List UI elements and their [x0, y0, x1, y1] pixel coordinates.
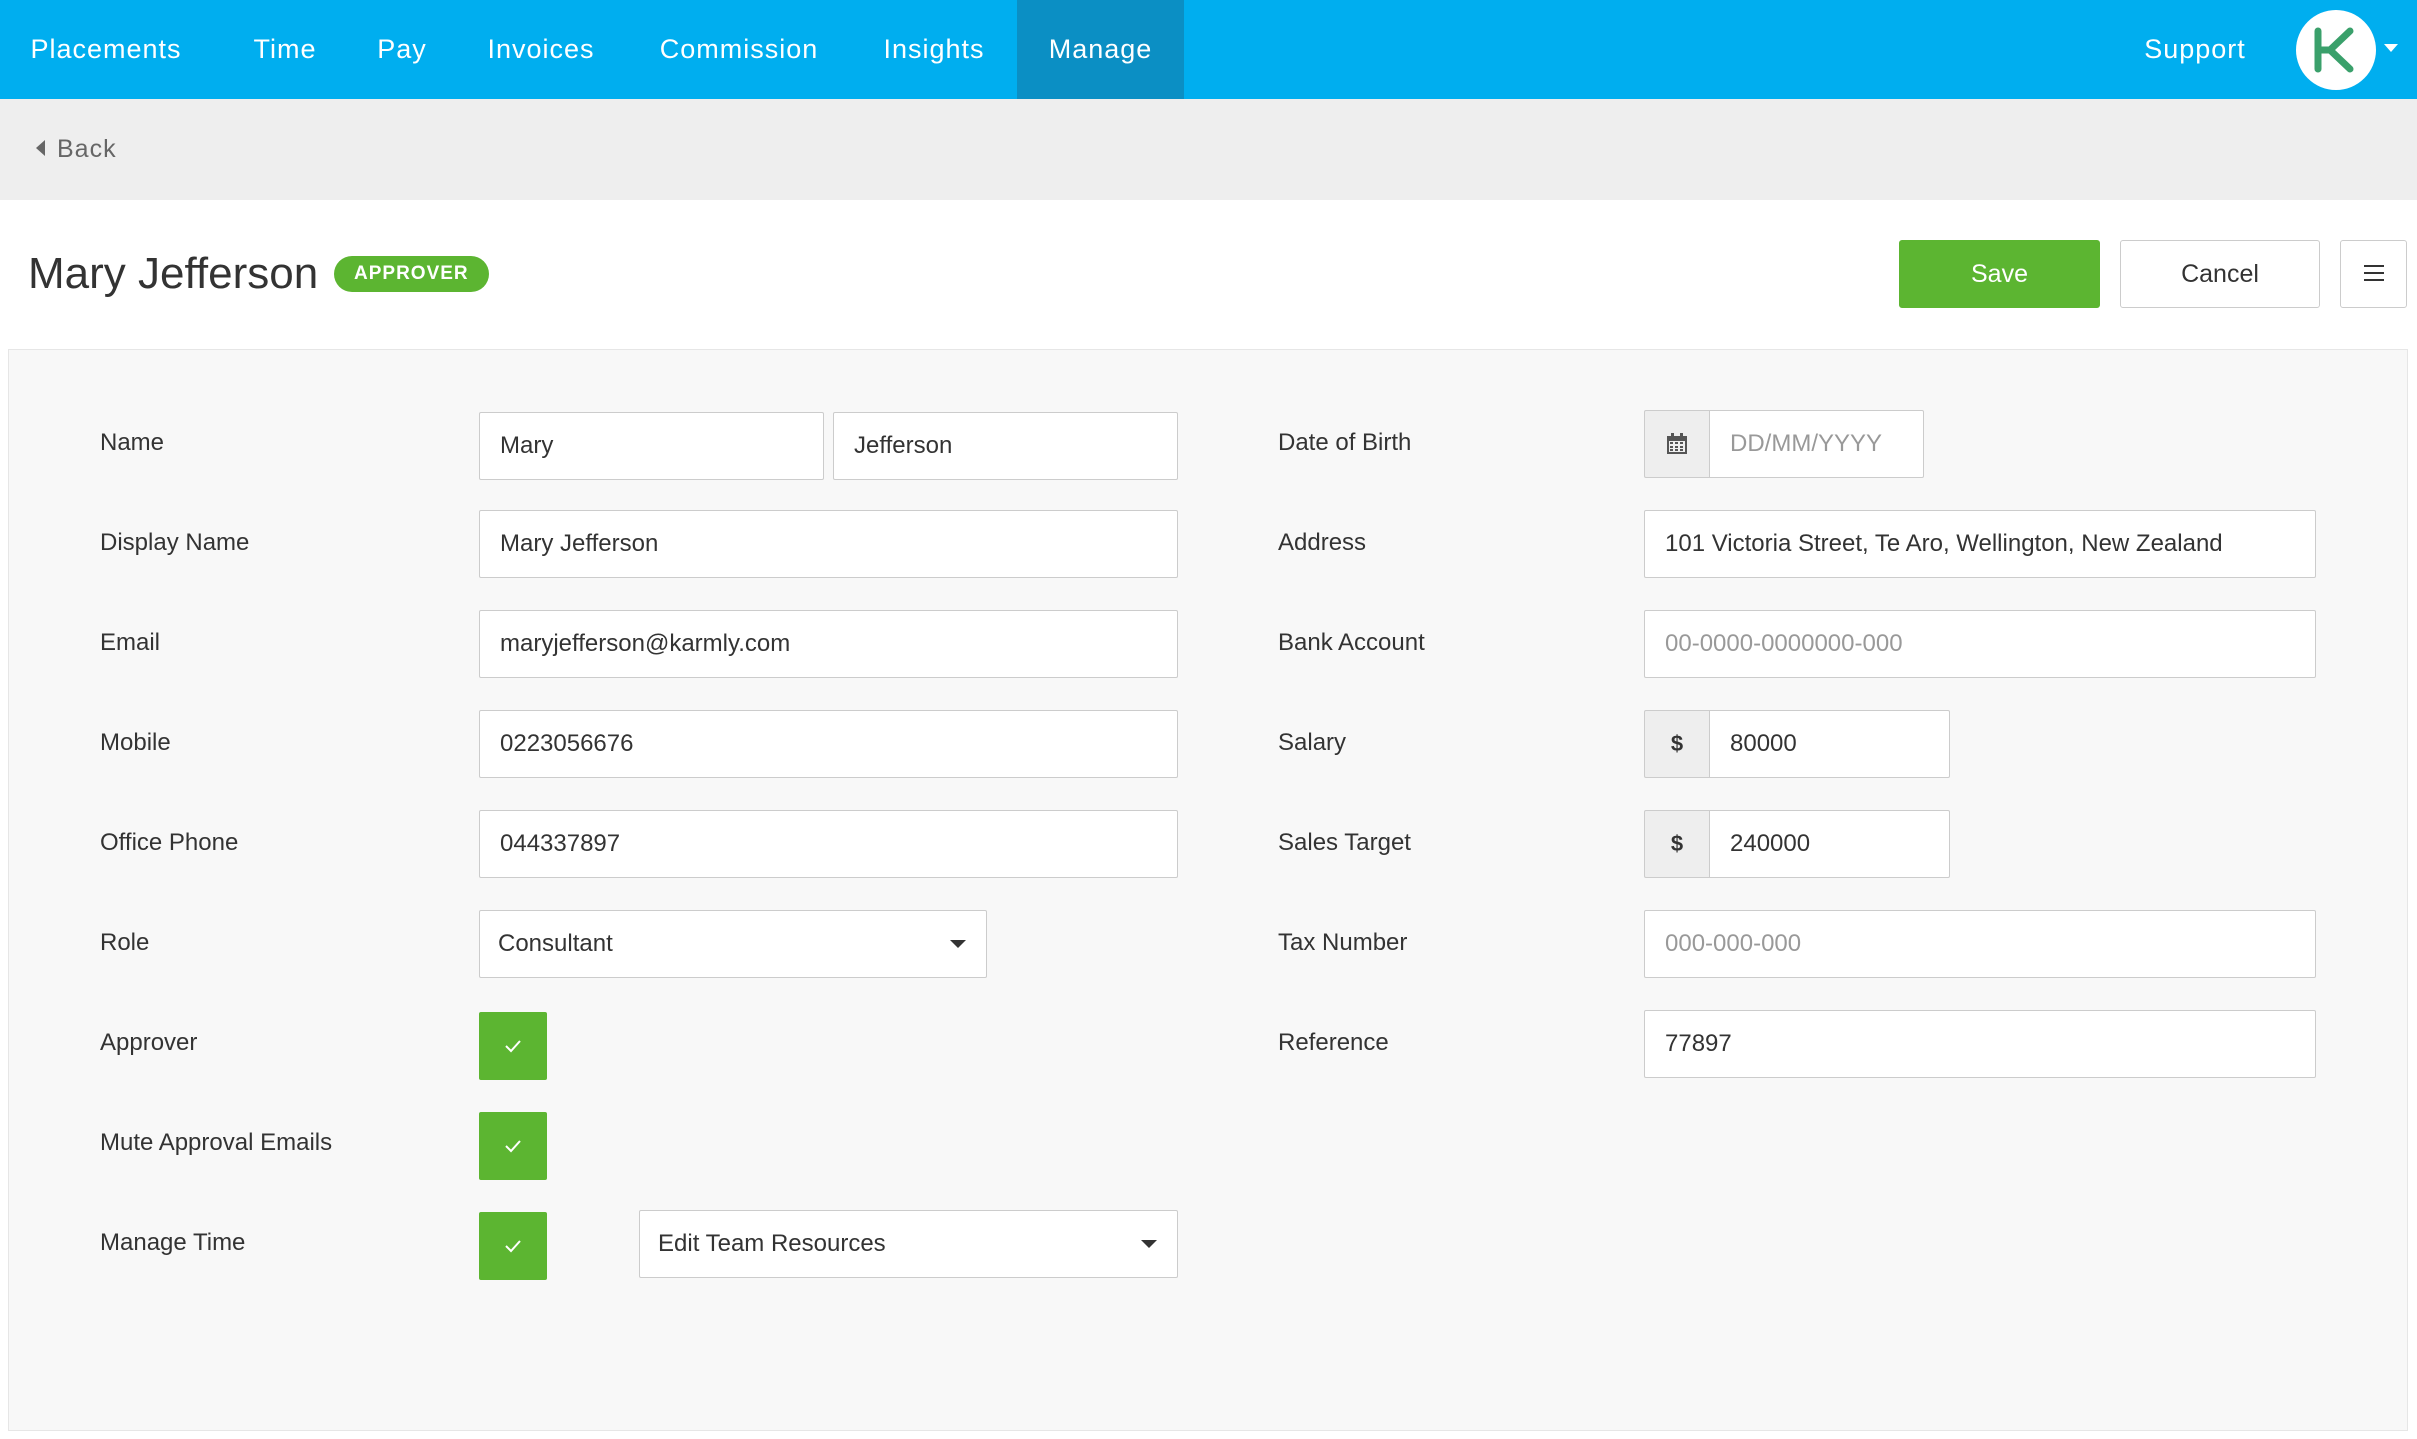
chevron-down-icon [950, 940, 966, 948]
salary-currency-addon: $ [1644, 710, 1709, 778]
back-label: Back [57, 135, 117, 163]
manage-time-checkbox[interactable] [479, 1212, 547, 1280]
nav-item-commission[interactable]: Commission [642, 0, 836, 99]
back-bar: Back [0, 99, 2417, 200]
last-name-field[interactable] [833, 412, 1178, 480]
date-of-birth-label: Date of Birth [1278, 429, 1412, 456]
page-title: Mary Jefferson [28, 249, 319, 298]
save-button[interactable]: Save [1899, 240, 2100, 308]
checkmark-icon [505, 1040, 521, 1053]
office-phone-label: Office Phone [100, 829, 239, 856]
email-label: Email [100, 629, 161, 656]
more-menu-button[interactable] [2340, 240, 2407, 308]
approver-label: Approver [100, 1029, 198, 1056]
status-badge: APPROVER [334, 256, 489, 292]
mute-approval-emails-checkbox[interactable] [479, 1112, 547, 1180]
date-of-birth-field[interactable] [1709, 410, 1924, 478]
cancel-button[interactable]: Cancel [2120, 240, 2320, 308]
checkmark-icon [505, 1240, 521, 1253]
reference-field[interactable] [1644, 1010, 2316, 1078]
nav-item-manage[interactable]: Manage [1017, 0, 1184, 99]
mobile-field[interactable] [479, 710, 1178, 778]
sales-target-label: Sales Target [1278, 829, 1411, 856]
tax-number-field[interactable] [1644, 910, 2316, 978]
nav-item-time[interactable]: Time [234, 0, 336, 99]
karmly-logo-icon [2314, 27, 2354, 73]
display-name-label: Display Name [100, 529, 250, 556]
reference-label: Reference [1278, 1029, 1389, 1056]
manage-time-select-value: Edit Team Resources [658, 1230, 886, 1257]
manage-time-label: Manage Time [100, 1229, 246, 1256]
account-dropdown-caret-icon[interactable] [2384, 44, 2398, 52]
back-link[interactable]: Back [36, 134, 117, 164]
mute-approval-emails-label: Mute Approval Emails [100, 1129, 333, 1156]
role-select[interactable]: Consultant [479, 910, 987, 978]
address-field[interactable] [1644, 510, 2316, 578]
sales-target-field[interactable] [1709, 810, 1950, 878]
email-field[interactable] [479, 610, 1178, 678]
mobile-label: Mobile [100, 729, 171, 756]
nav-item-placements[interactable]: Placements [18, 0, 194, 99]
bank-account-label: Bank Account [1278, 629, 1425, 656]
checkmark-icon [505, 1140, 521, 1153]
first-name-field[interactable] [479, 412, 824, 480]
office-phone-field[interactable] [479, 810, 1178, 878]
nav-item-support[interactable]: Support [2124, 0, 2266, 99]
hamburger-icon [2364, 265, 2384, 286]
name-label: Name [100, 429, 165, 456]
role-select-value: Consultant [498, 930, 613, 957]
salary-label: Salary [1278, 729, 1347, 756]
nav-item-insights[interactable]: Insights [866, 0, 1002, 99]
chevron-down-icon [1141, 1240, 1157, 1248]
address-label: Address [1278, 529, 1367, 556]
tax-number-label: Tax Number [1278, 929, 1408, 956]
caret-left-icon [36, 140, 45, 156]
calendar-icon [1667, 433, 1687, 454]
user-avatar[interactable] [2296, 10, 2376, 90]
bank-account-field[interactable] [1644, 610, 2316, 678]
nav-item-pay[interactable]: Pay [362, 0, 442, 99]
salary-field[interactable] [1709, 710, 1950, 778]
top-navigation: Placements Time Pay Invoices Commission … [0, 0, 2417, 99]
sales-target-currency-addon: $ [1644, 810, 1709, 878]
manage-time-select[interactable]: Edit Team Resources [639, 1210, 1178, 1278]
calendar-addon[interactable] [1644, 410, 1709, 478]
nav-item-invoices[interactable]: Invoices [470, 0, 612, 99]
role-label: Role [100, 929, 150, 956]
approver-checkbox[interactable] [479, 1012, 547, 1080]
display-name-field[interactable] [479, 510, 1178, 578]
